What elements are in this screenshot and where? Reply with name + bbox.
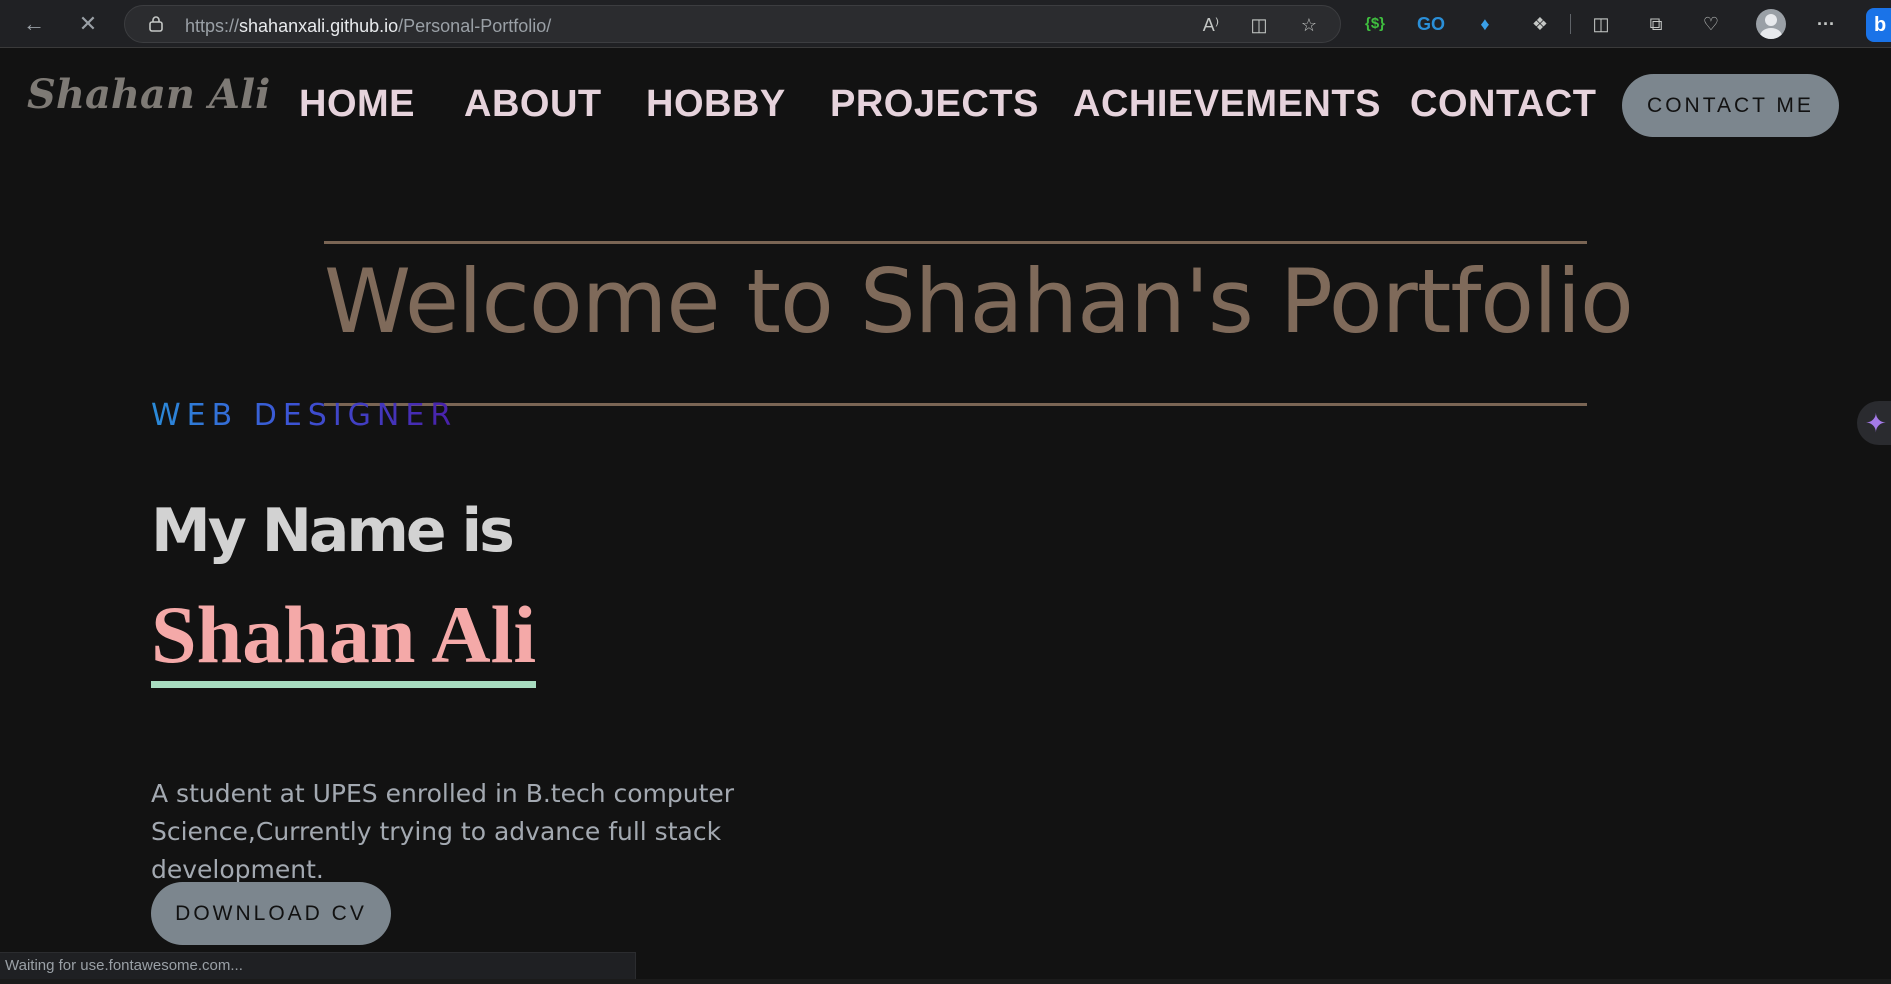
nav-about[interactable]: ABOUT: [464, 83, 602, 126]
stop-loading-icon[interactable]: ✕: [74, 10, 102, 38]
settings-menu-icon[interactable]: ···: [1813, 11, 1839, 37]
url-host: shahanxali.github.io: [239, 16, 399, 36]
address-bar[interactable]: https://shahanxali.github.io/Personal-Po…: [124, 5, 1341, 43]
extension-icon[interactable]: {$}: [1362, 11, 1388, 37]
toolbar-divider: [1570, 14, 1571, 34]
read-aloud-icon[interactable]: A⁾: [1199, 14, 1223, 36]
nav-hobby[interactable]: HOBBY: [646, 83, 786, 126]
nav-projects[interactable]: PROJECTS: [830, 83, 1039, 126]
browser-status-bar: Waiting for use.fontawesome.com...: [0, 952, 636, 979]
extensions-puzzle-icon[interactable]: ❖: [1527, 11, 1553, 37]
immersive-reader-icon[interactable]: ◫: [1247, 14, 1271, 36]
back-arrow-icon[interactable]: ←: [20, 10, 48, 38]
browser-essentials-icon[interactable]: ♡: [1698, 11, 1724, 37]
copilot-icon[interactable]: b: [1866, 8, 1891, 42]
nav-contact[interactable]: CONTACT: [1410, 83, 1596, 126]
welcome-heading: Welcome to Shahan's Portfolio: [324, 241, 1634, 406]
site-logo[interactable]: Shahan Ali: [27, 71, 270, 118]
nav-home[interactable]: HOME: [299, 83, 415, 126]
nav-achievements[interactable]: ACHIEVEMENTS: [1073, 83, 1381, 126]
name-heading: Shahan Ali: [151, 589, 537, 688]
role-subtitle: WEB DESIGNER: [151, 398, 458, 433]
bio-paragraph: A student at UPES enrolled in B.tech com…: [151, 779, 735, 884]
lock-icon[interactable]: [149, 16, 163, 32]
collections-icon[interactable]: ⧉: [1643, 11, 1669, 37]
favorite-star-icon[interactable]: ☆: [1297, 14, 1321, 36]
bottom-strip: [0, 979, 1891, 984]
extension-gem-icon[interactable]: ♦: [1472, 11, 1498, 37]
split-screen-icon[interactable]: ◫: [1588, 11, 1614, 37]
intro-heading: My Name is: [151, 496, 515, 566]
welcome-heading-text: Welcome to Shahan's Portfolio: [324, 250, 1634, 353]
url-text[interactable]: https://shahanxali.github.io/Personal-Po…: [185, 16, 551, 37]
extension-go-icon[interactable]: GO: [1417, 11, 1445, 37]
portfolio-page: Shahan Ali HOME ABOUT HOBBY PROJECTS ACH…: [0, 49, 1891, 984]
contact-me-button[interactable]: CONTACT ME: [1622, 74, 1839, 137]
profile-avatar[interactable]: [1756, 9, 1786, 39]
url-path: /Personal-Portfolio/: [398, 16, 552, 36]
sparkle-sidebar-icon[interactable]: ✦: [1857, 401, 1891, 445]
browser-toolbar: ← ✕ https://shahanxali.github.io/Persona…: [0, 0, 1891, 48]
download-cv-button[interactable]: DOWNLOAD CV: [151, 882, 391, 945]
